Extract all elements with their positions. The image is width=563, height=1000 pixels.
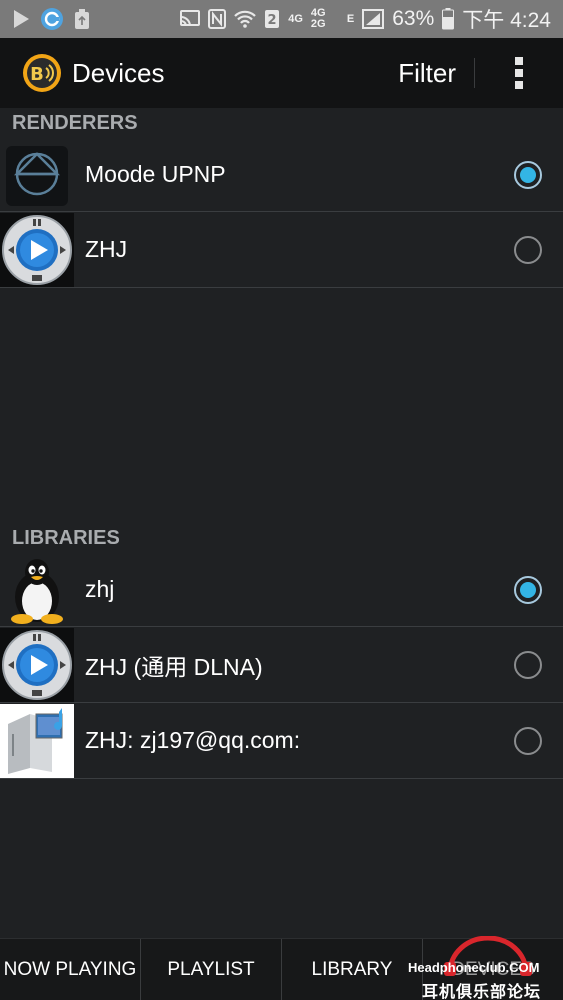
library-radio-selected[interactable] [514,575,542,604]
media-player-icon [0,627,74,702]
library-radio[interactable] [514,650,542,679]
more-vert-icon [515,57,523,89]
library-item-zhj[interactable]: zhj [0,553,563,627]
library-item-zhj-server[interactable]: ZHJ: zj197@qq.com: [0,703,563,779]
network-type-label: 4G [288,12,303,25]
filter-button[interactable]: Filter [380,58,474,89]
library-label: ZHJ (通用 DLNA) [85,653,263,680]
tab-playlist[interactable]: PLAYLIST [141,939,282,1000]
page-title: Devices [72,57,165,88]
renderer-label: ZHJ [85,236,128,262]
play-icon [12,9,30,29]
action-bar: B Devices Filter [0,38,563,108]
radio-dot [520,581,536,598]
renderer-label: Moode UPNP [85,161,226,187]
battery-percent: 63% [392,7,435,30]
renderers-header: RENDERERS [12,111,138,134]
library-radio[interactable] [514,726,542,755]
recycle-icon [74,8,90,30]
signal-icon [362,9,385,29]
renderer-item-moode-upnp[interactable]: Moode UPNP [0,138,563,212]
tab-library[interactable]: LIBRARY [282,939,423,1000]
network-edge-label: E [346,12,355,25]
renderer-radio[interactable] [514,235,542,264]
renderers-list: Moode UPNP ZHJ [0,138,563,288]
library-label: ZHJ: zj197@qq.com: [85,727,301,753]
tab-now-playing[interactable]: NOW PLAYING [0,939,141,1000]
cast-icon [180,10,201,28]
status-bar: 2 4G 4G 2G E 63% 下午 4:24 [0,0,563,38]
wifi-icon [234,10,257,28]
nfc-icon [208,9,227,29]
renderer-item-zhj[interactable]: ZHJ [0,212,563,288]
battery-icon [442,8,455,30]
sim-icon: 2 [264,9,280,29]
renderer-radio-selected[interactable] [514,160,542,189]
library-item-zhj-dlna[interactable]: ZHJ (通用 DLNA) [0,627,563,703]
app-logo-letter: B [30,64,44,85]
app-logo-icon[interactable]: B [22,53,62,93]
linux-penguin-icon [0,553,74,627]
libraries-header: LIBRARIES [12,526,120,549]
overflow-menu-button[interactable] [475,38,563,108]
media-player-icon [0,212,74,287]
sim-number: 2 [268,13,277,28]
library-label: zhj [85,576,115,602]
clock: 下午 4:24 [462,9,551,32]
browser-icon [40,7,64,31]
bottom-tab-bar: NOW PLAYING PLAYLIST LIBRARY DEVICES [0,938,563,1000]
moode-icon [0,138,74,212]
media-server-icon [0,703,74,778]
network-type-label-dual: 4G 2G [310,7,326,30]
libraries-list: zhj ZHJ (通用 DLNA) ZHJ: zj197@qq.com: [0,553,563,779]
radio-dot [520,166,536,183]
tab-devices[interactable]: DEVICES [423,939,563,1000]
